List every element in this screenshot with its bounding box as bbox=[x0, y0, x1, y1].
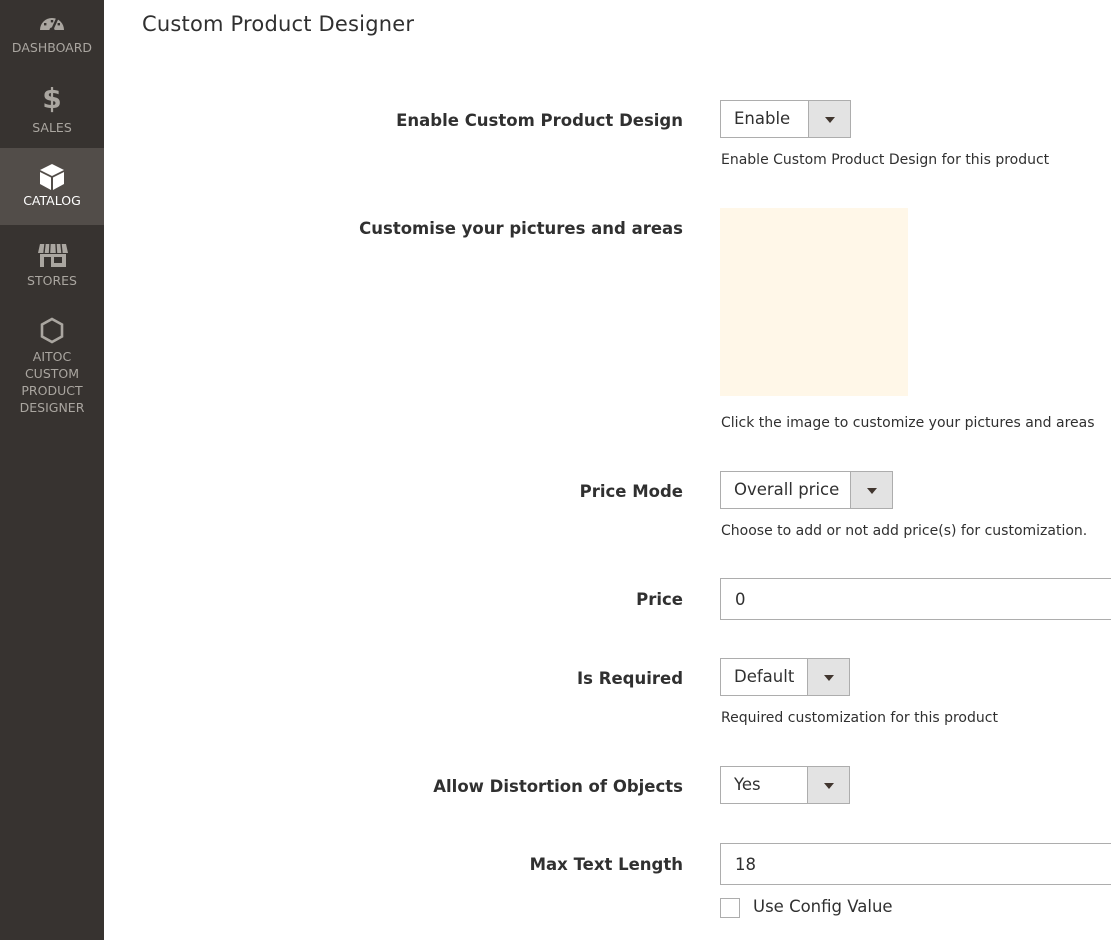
hexagon-icon bbox=[37, 316, 67, 346]
dropdown-arrow-icon bbox=[850, 472, 892, 508]
dropdown-arrow-icon bbox=[808, 101, 850, 137]
pictures-note: Click the image to customize your pictur… bbox=[721, 415, 1095, 431]
product-image-preview[interactable] bbox=[720, 208, 908, 396]
sidebar-item-stores[interactable]: STORES bbox=[0, 240, 104, 300]
price-label: Price bbox=[636, 590, 683, 609]
sidebar-item-dashboard[interactable]: DASHBOARD bbox=[0, 8, 104, 78]
page-title: Custom Product Designer bbox=[142, 12, 415, 36]
price-input[interactable] bbox=[720, 578, 1111, 620]
use-config-checkbox[interactable] bbox=[720, 898, 740, 918]
storefront-icon bbox=[37, 240, 68, 270]
allow-distortion-select[interactable]: Yes bbox=[720, 766, 850, 804]
sidebar-item-aitoc-custom-product-designer[interactable]: AITOC CUSTOM PRODUCT DESIGNER bbox=[0, 316, 104, 415]
sidebar-item-catalog[interactable]: CATALOG bbox=[0, 148, 104, 225]
sidebar-item-label: CATALOG bbox=[23, 193, 81, 208]
sidebar-item-label: AITOC CUSTOM PRODUCT DESIGNER bbox=[19, 349, 85, 415]
max-text-length-label: Max Text Length bbox=[529, 855, 683, 874]
max-text-length-input[interactable] bbox=[720, 843, 1111, 885]
svg-text:$: $ bbox=[42, 82, 61, 114]
is-required-label: Is Required bbox=[577, 669, 683, 688]
allow-distortion-label: Allow Distortion of Objects bbox=[433, 777, 683, 796]
sidebar-item-label: STORES bbox=[27, 273, 77, 288]
sidebar-item-label: DASHBOARD bbox=[11, 40, 93, 55]
price-mode-select[interactable]: Overall price bbox=[720, 471, 893, 509]
enable-design-note: Enable Custom Product Design for this pr… bbox=[721, 152, 1050, 168]
price-mode-label: Price Mode bbox=[579, 482, 683, 501]
price-mode-note: Choose to add or not add price(s) for cu… bbox=[721, 523, 1088, 539]
box-icon bbox=[37, 162, 67, 192]
dollar-icon: $ bbox=[37, 80, 67, 114]
is-required-note: Required customization for this product bbox=[721, 710, 998, 726]
enable-design-value: Enable bbox=[734, 109, 791, 128]
pictures-label: Customise your pictures and areas bbox=[359, 219, 683, 238]
is-required-value: Default bbox=[734, 667, 795, 686]
sidebar-item-sales[interactable]: $ SALES bbox=[0, 80, 104, 146]
admin-sidebar: DASHBOARD $ SALES CATALOG STORES AITOC C… bbox=[0, 0, 104, 940]
use-config-label[interactable]: Use Config Value bbox=[753, 897, 893, 916]
enable-design-select[interactable]: Enable bbox=[720, 100, 851, 138]
dropdown-arrow-icon bbox=[807, 659, 849, 695]
sidebar-item-label: SALES bbox=[32, 120, 72, 135]
dropdown-arrow-icon bbox=[807, 767, 849, 803]
price-mode-value: Overall price bbox=[734, 480, 840, 499]
allow-distortion-value: Yes bbox=[734, 775, 761, 794]
dashboard-gauge-icon bbox=[37, 8, 67, 38]
enable-design-label: Enable Custom Product Design bbox=[396, 111, 683, 130]
is-required-select[interactable]: Default bbox=[720, 658, 850, 696]
